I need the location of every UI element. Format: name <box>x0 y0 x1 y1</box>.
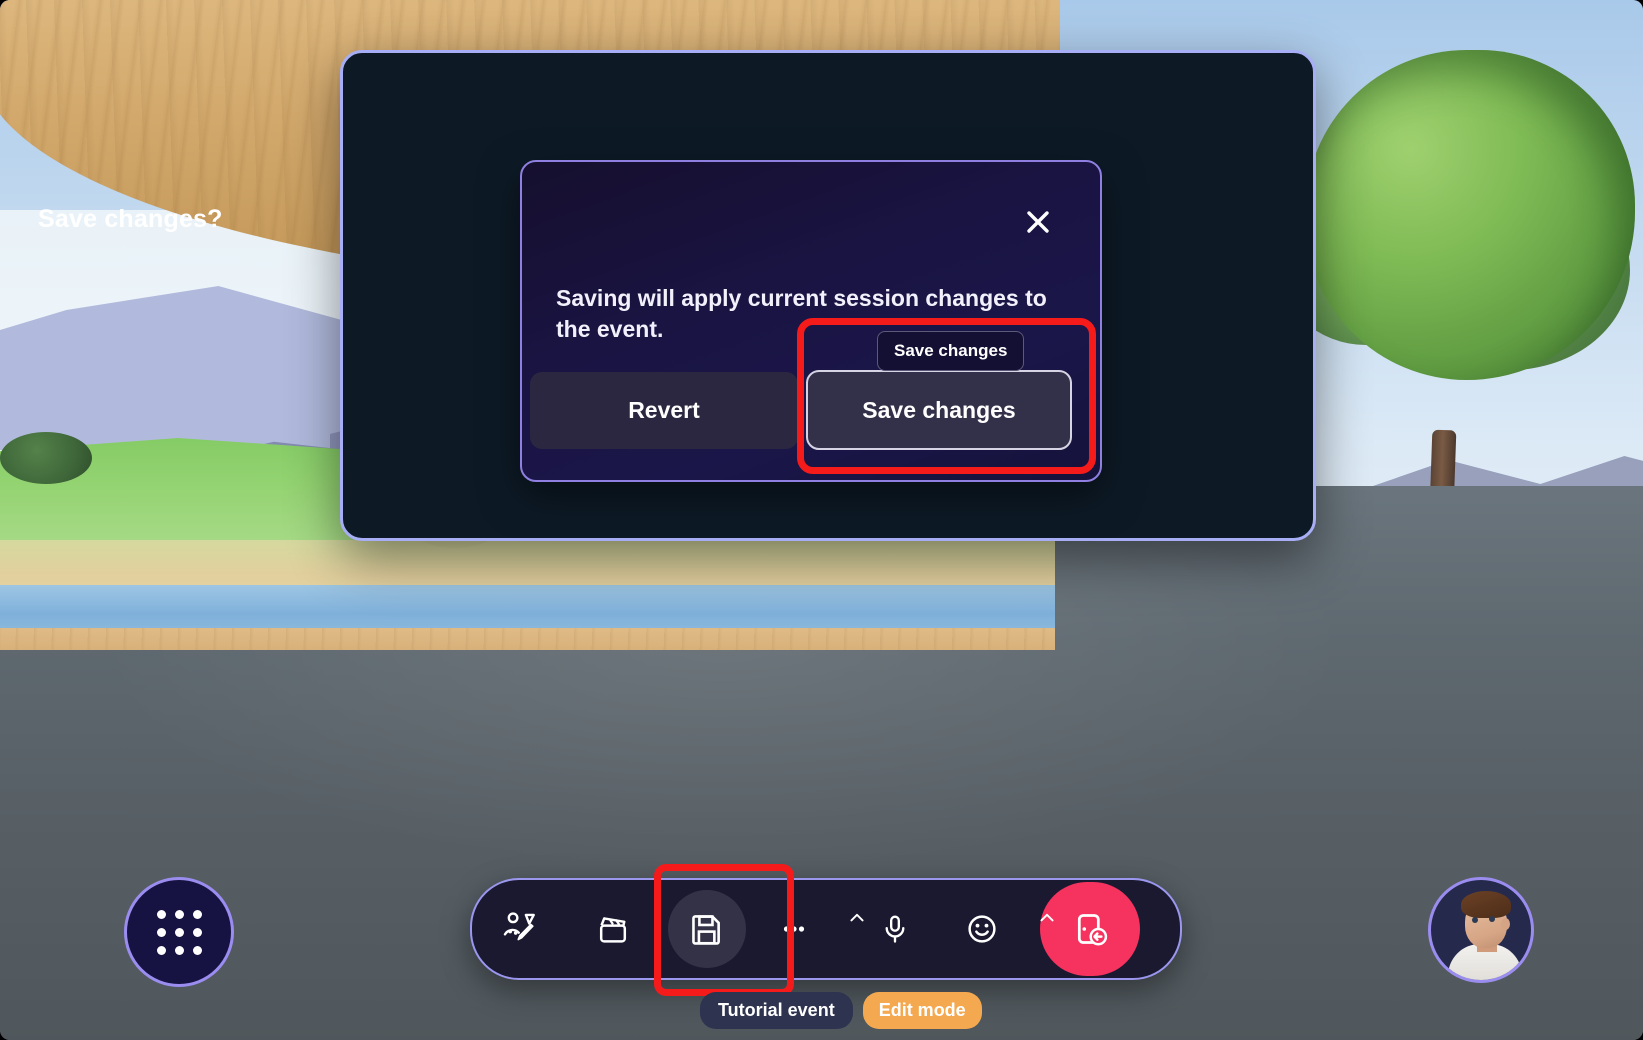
save-changes-button[interactable]: Save changes <box>806 370 1072 450</box>
avatar-eye <box>1489 916 1495 922</box>
avatar-hair <box>1461 891 1511 918</box>
window-wood-sill <box>0 628 1055 650</box>
clapperboard-icon <box>599 917 627 943</box>
toolbar-clapperboard-button[interactable] <box>566 882 660 976</box>
close-icon[interactable] <box>1018 202 1058 242</box>
event-name-badge: Tutorial event <box>700 992 853 1029</box>
window-bush <box>0 432 92 484</box>
leave-door-icon <box>1077 914 1108 946</box>
leave-event-button[interactable] <box>1040 882 1140 976</box>
toolbar-microphone-button[interactable] <box>848 882 942 976</box>
tree-canopy-main <box>1305 50 1635 380</box>
status-chips: Tutorial event Edit mode <box>700 992 982 1029</box>
avatar[interactable] <box>1428 877 1534 983</box>
toolbar-reactions-button[interactable] <box>942 882 1054 976</box>
smiley-face-icon <box>968 915 996 943</box>
toolbar-avatar-edit-button[interactable] <box>472 882 566 976</box>
wood-grain-texture <box>0 628 1055 650</box>
toolbar-save-button[interactable] <box>660 882 754 976</box>
microphone-icon <box>885 915 905 943</box>
apps-grid-button[interactable] <box>124 877 234 987</box>
grid-apps-icon <box>156 909 202 955</box>
dialog-title: Save changes? <box>38 205 223 233</box>
avatar-eye <box>1472 917 1478 923</box>
floppy-save-icon <box>692 915 720 945</box>
chevron-up-icon <box>1040 913 1054 921</box>
toolbar-more-button[interactable] <box>754 882 864 976</box>
bottom-toolbar <box>470 878 1182 980</box>
save-changes-tooltip: Save changes <box>877 331 1025 371</box>
more-ellipsis-icon <box>783 926 805 932</box>
avatar-ear <box>1501 918 1510 930</box>
edit-mode-badge: Edit mode <box>862 992 982 1029</box>
avatar-pencil-icon <box>503 912 535 941</box>
app-stage: Save changes? Saving will apply current … <box>0 0 1643 1040</box>
revert-button[interactable]: Revert <box>530 372 798 449</box>
